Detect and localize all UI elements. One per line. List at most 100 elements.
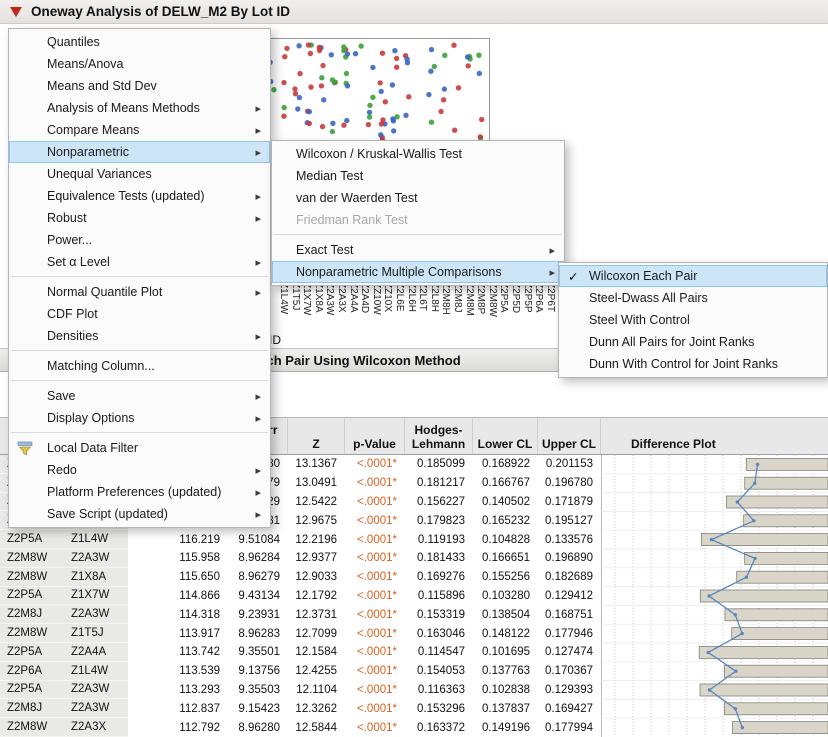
data-point[interactable] — [380, 117, 385, 122]
data-point[interactable] — [353, 51, 358, 56]
data-point[interactable] — [378, 132, 383, 137]
data-point[interactable] — [292, 86, 297, 91]
menu-item-save[interactable]: Save▸ — [9, 385, 270, 407]
menu-item-platform-preferences-updated[interactable]: Platform Preferences (updated)▸ — [9, 481, 270, 503]
data-point[interactable] — [429, 120, 434, 125]
data-point[interactable] — [476, 53, 481, 58]
data-point[interactable] — [406, 94, 411, 99]
menu-item-exact-test[interactable]: Exact Test▸ — [272, 239, 564, 261]
menu-item-median-test[interactable]: Median Test — [272, 165, 564, 187]
data-point[interactable] — [293, 91, 298, 96]
menu-item-nonparametric-multiple-comparisons[interactable]: Nonparametric Multiple Comparisons▸ — [272, 261, 564, 283]
menu-item-dunn-with-control-for-joint-ranks[interactable]: Dunn With Control for Joint Ranks — [559, 353, 827, 375]
data-point[interactable] — [358, 43, 363, 48]
data-point[interactable] — [394, 65, 399, 70]
menu-item-matching-column[interactable]: Matching Column... — [9, 355, 270, 377]
data-point[interactable] — [297, 71, 302, 76]
data-point[interactable] — [297, 95, 302, 100]
data-point[interactable] — [380, 51, 385, 56]
data-point[interactable] — [281, 80, 286, 85]
data-point[interactable] — [341, 123, 346, 128]
data-point[interactable] — [452, 128, 457, 133]
data-point[interactable] — [308, 51, 313, 56]
data-point[interactable] — [392, 48, 397, 53]
data-point[interactable] — [478, 134, 483, 139]
menu-item-compare-means[interactable]: Compare Means▸ — [9, 119, 270, 141]
menu-item-wilcoxon-each-pair[interactable]: ✓Wilcoxon Each Pair — [559, 265, 827, 287]
menu-item-wilcoxon-kruskal-wallis-test[interactable]: Wilcoxon / Kruskal-Wallis Test — [272, 143, 564, 165]
data-point[interactable] — [367, 110, 372, 115]
data-point[interactable] — [271, 87, 276, 92]
data-point[interactable] — [465, 54, 470, 59]
menu-item-save-script-updated[interactable]: Save Script (updated)▸ — [9, 503, 270, 525]
menu-item-steel-with-control[interactable]: Steel With Control — [559, 309, 827, 331]
data-point[interactable] — [383, 99, 388, 104]
menu-item-nonparametric[interactable]: Nonparametric▸ — [9, 141, 270, 163]
data-point[interactable] — [345, 83, 350, 88]
data-point[interactable] — [317, 45, 322, 50]
data-point[interactable] — [284, 46, 289, 51]
data-point[interactable] — [390, 82, 395, 87]
data-point[interactable] — [426, 92, 431, 97]
data-point[interactable] — [370, 65, 375, 70]
menu-item-means-and-std-dev[interactable]: Means and Std Dev — [9, 75, 270, 97]
data-point[interactable] — [379, 89, 384, 94]
menu-item-robust[interactable]: Robust▸ — [9, 207, 270, 229]
menu-item-means-anova[interactable]: Means/Anova — [9, 53, 270, 75]
data-point[interactable] — [391, 128, 396, 133]
menu-item-dunn-all-pairs-for-joint-ranks[interactable]: Dunn All Pairs for Joint Ranks — [559, 331, 827, 353]
data-point[interactable] — [479, 117, 484, 122]
menu-item-redo[interactable]: Redo▸ — [9, 459, 270, 481]
data-point[interactable] — [432, 64, 437, 69]
data-point[interactable] — [404, 56, 409, 61]
data-point[interactable] — [366, 122, 371, 127]
data-point[interactable] — [451, 43, 456, 48]
menu-item-analysis-of-means-methods[interactable]: Analysis of Means Methods▸ — [9, 97, 270, 119]
menu-item-display-options[interactable]: Display Options▸ — [9, 407, 270, 429]
menu-item-densities[interactable]: Densities▸ — [9, 325, 270, 347]
data-point[interactable] — [306, 42, 311, 47]
data-point[interactable] — [341, 44, 346, 49]
menu-item-van-der-waerden-test[interactable]: van der Waerden Test — [272, 187, 564, 209]
menu-item-normal-quantile-plot[interactable]: Normal Quantile Plot▸ — [9, 281, 270, 303]
data-point[interactable] — [296, 43, 301, 48]
data-point[interactable] — [319, 83, 324, 88]
data-point[interactable] — [282, 105, 287, 110]
data-point[interactable] — [428, 69, 433, 74]
data-point[interactable] — [394, 56, 399, 61]
data-point[interactable] — [378, 80, 383, 85]
data-point[interactable] — [320, 124, 325, 129]
data-point[interactable] — [307, 109, 312, 114]
data-point[interactable] — [319, 75, 324, 80]
data-point[interactable] — [367, 103, 372, 108]
menu-item-set-level[interactable]: Set α Level▸ — [9, 251, 270, 273]
menu-item-quantiles[interactable]: Quantiles — [9, 31, 270, 53]
data-point[interactable] — [391, 118, 396, 123]
data-point[interactable] — [367, 114, 372, 119]
menu-item-cdf-plot[interactable]: CDF Plot — [9, 303, 270, 325]
data-point[interactable] — [370, 95, 375, 100]
data-point[interactable] — [344, 71, 349, 76]
data-point[interactable] — [321, 97, 326, 102]
data-point[interactable] — [308, 84, 313, 89]
data-point[interactable] — [333, 80, 338, 85]
data-point[interactable] — [438, 109, 443, 114]
data-point[interactable] — [330, 121, 335, 126]
menu-item-power[interactable]: Power... — [9, 229, 270, 251]
data-point[interactable] — [442, 86, 447, 91]
data-point[interactable] — [442, 53, 447, 58]
data-point[interactable] — [330, 129, 335, 134]
menu-item-local-data-filter[interactable]: Local Data Filter — [9, 437, 270, 459]
data-point[interactable] — [429, 47, 434, 52]
data-point[interactable] — [403, 113, 408, 118]
data-point[interactable] — [329, 52, 334, 57]
data-point[interactable] — [466, 63, 471, 68]
data-point[interactable] — [477, 71, 482, 76]
menu-item-unequal-variances[interactable]: Unequal Variances — [9, 163, 270, 185]
data-point[interactable] — [307, 121, 312, 126]
data-point[interactable] — [281, 114, 286, 119]
data-point[interactable] — [282, 54, 287, 59]
data-point[interactable] — [456, 85, 461, 90]
data-point[interactable] — [295, 106, 300, 111]
menu-item-steel-dwass-all-pairs[interactable]: Steel-Dwass All Pairs — [559, 287, 827, 309]
